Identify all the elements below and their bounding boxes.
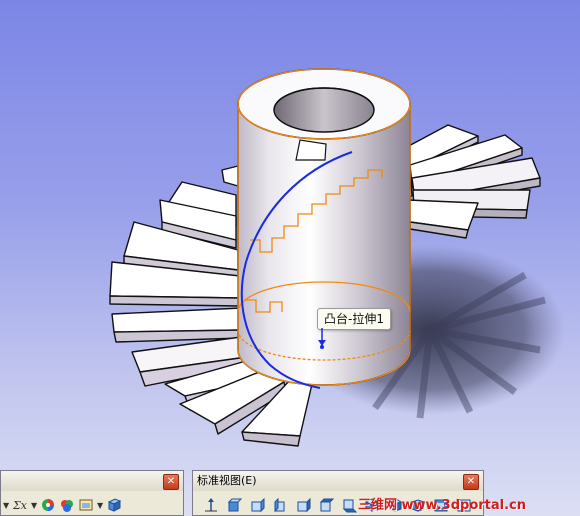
view-toolbar-titlebar[interactable] bbox=[1, 471, 183, 491]
appearance-icon[interactable] bbox=[59, 497, 75, 513]
model-scene[interactable] bbox=[0, 0, 580, 516]
scene-icon[interactable] bbox=[78, 497, 94, 513]
front-view-icon[interactable] bbox=[226, 497, 242, 513]
equation-icon[interactable]: Σx bbox=[12, 497, 28, 513]
top-view-icon[interactable] bbox=[318, 497, 334, 513]
spiral-steps-back[interactable] bbox=[404, 124, 541, 239]
normal-to-icon[interactable] bbox=[203, 497, 219, 513]
dropdown-arrow-icon[interactable]: ▼ bbox=[31, 501, 37, 510]
svg-text:Σx: Σx bbox=[12, 499, 28, 512]
dropdown-arrow-icon[interactable]: ▼ bbox=[3, 501, 9, 510]
view-toolbar[interactable]: ✕ ▼ Σx ▼ ▼ bbox=[0, 470, 184, 516]
site-watermark: 三维网 www.3dportal.cn bbox=[358, 498, 527, 513]
tooltip-pointer-icon bbox=[318, 328, 326, 349]
standard-views-titlebar[interactable]: 标准视图(E) bbox=[193, 471, 483, 491]
close-icon[interactable]: ✕ bbox=[463, 474, 479, 490]
bottom-view-icon[interactable] bbox=[341, 497, 357, 513]
view-cube-icon[interactable] bbox=[106, 497, 122, 513]
right-view-icon[interactable] bbox=[295, 497, 311, 513]
color-wheel-icon[interactable] bbox=[40, 497, 56, 513]
close-icon[interactable]: ✕ bbox=[163, 474, 179, 490]
left-view-icon[interactable] bbox=[272, 497, 288, 513]
graphics-viewport[interactable]: 凸台-拉伸1 bbox=[0, 0, 580, 516]
dropdown-arrow-icon[interactable]: ▼ bbox=[97, 501, 103, 510]
feature-tooltip: 凸台-拉伸1 bbox=[317, 308, 391, 330]
back-view-icon[interactable] bbox=[249, 497, 265, 513]
